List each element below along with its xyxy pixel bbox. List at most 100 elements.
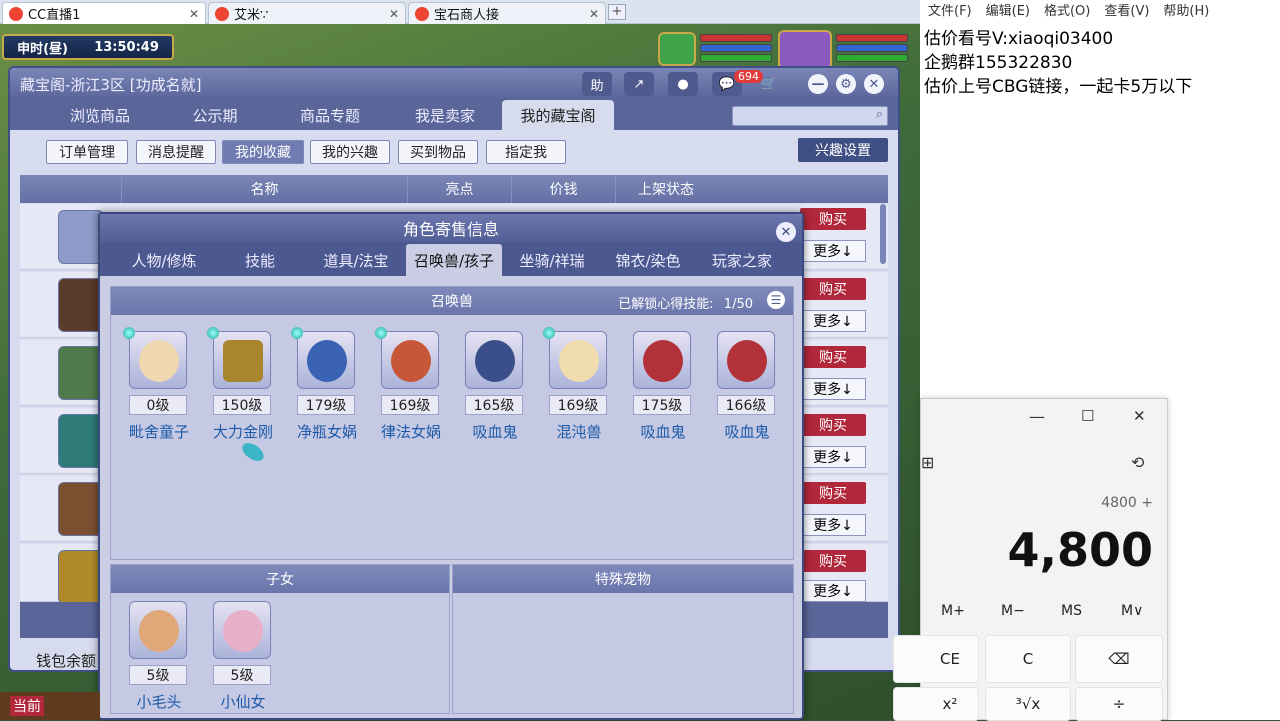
search-icon[interactable]: ⌕ [876, 107, 883, 122]
more-button[interactable]: 更多↓ [800, 240, 866, 262]
tab-items[interactable]: 道具/法宝 [306, 244, 406, 276]
list-icon[interactable]: ☰ [767, 291, 785, 309]
pet-card[interactable]: 169级 混沌兽 [537, 327, 621, 451]
m-minus-button[interactable]: M− [1001, 603, 1025, 619]
table-header-highlight: 亮点 [408, 175, 512, 203]
pet-portrait[interactable] [549, 331, 607, 389]
summons-panel: 召唤兽 已解锁心得技能: 1/50 ☰ 0级 毗舍童子 150级 大力金刚 179级… [110, 286, 794, 560]
tab-summons[interactable]: 召唤兽/孩子 [406, 244, 502, 276]
more-button[interactable]: 更多↓ [800, 446, 866, 468]
menu-help[interactable]: 帮助(H) [1163, 0, 1209, 20]
order-manage-button[interactable]: 订单管理 [46, 140, 128, 164]
child-portrait[interactable] [129, 601, 187, 659]
tab-public[interactable]: 公示期 [160, 100, 270, 130]
close-icon[interactable]: ✕ [864, 74, 884, 94]
buy-button[interactable]: 购买 [800, 208, 866, 230]
current-channel-label[interactable]: 当前 [10, 696, 44, 716]
tab-skills[interactable]: 技能 [214, 244, 306, 276]
tab-home[interactable]: 玩家之家 [696, 244, 788, 276]
message-alert-button[interactable]: 消息提醒 [136, 140, 216, 164]
buy-button[interactable]: 购买 [800, 346, 866, 368]
ce-button[interactable]: CE [893, 635, 979, 683]
more-button[interactable]: 更多↓ [800, 378, 866, 400]
menu-icon[interactable]: ⊞ [921, 453, 934, 472]
pet-card[interactable]: 150级 大力金刚 [201, 327, 285, 465]
pet-card[interactable]: 0级 毗舍童子 [117, 327, 201, 451]
menu-file[interactable]: 文件(F) [928, 0, 972, 20]
pet-portrait[interactable] [381, 331, 439, 389]
tab-my-pavilion[interactable]: 我的藏宝阁 [502, 100, 614, 130]
menu-edit[interactable]: 编辑(E) [986, 0, 1030, 20]
close-icon[interactable]: ✕ [776, 222, 796, 242]
note-line[interactable]: 企鹅群155322830 [924, 48, 1072, 73]
pet-portrait[interactable] [633, 331, 691, 389]
minimize-icon[interactable]: — [1029, 407, 1045, 426]
tab-browse[interactable]: 浏览商品 [40, 100, 160, 130]
share-icon[interactable]: ↗ [624, 72, 654, 96]
pet-avatar[interactable] [658, 32, 696, 66]
m-list-button[interactable]: M∨ [1121, 603, 1143, 619]
tab-character[interactable]: 人物/修炼 [114, 244, 214, 276]
menu-view[interactable]: 查看(V) [1104, 0, 1149, 20]
minimize-icon[interactable]: — [808, 74, 828, 94]
m-plus-button[interactable]: M+ [941, 603, 965, 619]
history-icon[interactable]: ⟲ [1131, 453, 1144, 472]
scrollbar[interactable] [880, 204, 886, 264]
browser-tab-1[interactable]: CC直播1 ✕ [2, 2, 206, 24]
close-icon[interactable]: ✕ [189, 7, 199, 21]
favorites-button[interactable]: 我的收藏 [222, 140, 304, 164]
tab-outfits[interactable]: 锦衣/染色 [600, 244, 696, 276]
bought-items-button[interactable]: 买到物品 [398, 140, 478, 164]
menu-format[interactable]: 格式(O) [1044, 0, 1090, 20]
interest-settings-button[interactable]: 兴趣设置 [798, 138, 888, 162]
pet-name: 毗舍童子 [128, 423, 189, 441]
note-line[interactable]: 估价上号CBG链接，一起卡5万以下 [924, 72, 1192, 97]
pet-portrait[interactable] [465, 331, 523, 389]
record-icon[interactable]: ● [668, 72, 698, 96]
browser-tab-2[interactable]: 艾米∵ ✕ [208, 2, 406, 24]
close-icon[interactable]: ✕ [589, 7, 599, 21]
tab-seller[interactable]: 我是卖家 [390, 100, 500, 130]
designated-button[interactable]: 指定我 [486, 140, 566, 164]
tab-mounts[interactable]: 坐骑/祥瑞 [504, 244, 600, 276]
close-icon[interactable]: ✕ [389, 7, 399, 21]
pet-card[interactable]: 169级 律法女娲 [369, 327, 453, 451]
close-icon[interactable]: ✕ [1133, 407, 1146, 425]
pet-portrait[interactable] [129, 331, 187, 389]
square-button[interactable]: x² [893, 687, 979, 721]
child-card[interactable]: 5级 小仙女 [201, 601, 285, 721]
maximize-icon[interactable]: ☐ [1081, 407, 1094, 425]
c-button[interactable]: C [985, 635, 1071, 683]
pet-card[interactable]: 165级 吸血鬼 [453, 331, 537, 451]
child-card[interactable]: 5级 小毛头 [117, 601, 201, 721]
browser-tab-3[interactable]: 宝石商人接 ✕ [408, 2, 606, 24]
pet-card[interactable]: 166级 吸血鬼 [705, 331, 789, 451]
more-button[interactable]: 更多↓ [800, 310, 866, 332]
ms-button[interactable]: MS [1061, 603, 1082, 619]
pet-card[interactable]: 175级 吸血鬼 [621, 331, 705, 451]
pet-portrait[interactable] [213, 331, 271, 389]
child-portrait[interactable] [213, 601, 271, 659]
buy-button[interactable]: 购买 [800, 414, 866, 436]
pet-portrait[interactable] [717, 331, 775, 389]
backspace-button[interactable]: ⌫ [1075, 635, 1163, 683]
player-avatar[interactable] [778, 30, 832, 70]
pet-card[interactable]: 179级 净瓶女娲 [285, 327, 369, 451]
cart-icon[interactable]: 🛒 [754, 72, 784, 96]
buy-button[interactable]: 购买 [800, 278, 866, 300]
my-interest-button[interactable]: 我的兴趣 [310, 140, 390, 164]
note-line[interactable]: 估价看号V:xiaoqi03400 [924, 24, 1113, 49]
help-button[interactable]: 助 [582, 72, 612, 96]
buy-button[interactable]: 购买 [800, 482, 866, 504]
search-input[interactable]: ⌕ [732, 106, 888, 126]
more-button[interactable]: 更多↓ [800, 580, 866, 602]
divide-button[interactable]: ÷ [1075, 687, 1163, 721]
new-tab-button[interactable]: + [608, 4, 626, 20]
pet-portrait[interactable] [297, 331, 355, 389]
buy-button[interactable]: 购买 [800, 550, 866, 572]
gear-icon[interactable]: ⚙ [836, 74, 856, 94]
tab-topics[interactable]: 商品专题 [272, 100, 388, 130]
more-button[interactable]: 更多↓ [800, 514, 866, 536]
skill-unlock-label: 已解锁心得技能: [618, 297, 714, 312]
cube-root-button[interactable]: ³√x [985, 687, 1071, 721]
